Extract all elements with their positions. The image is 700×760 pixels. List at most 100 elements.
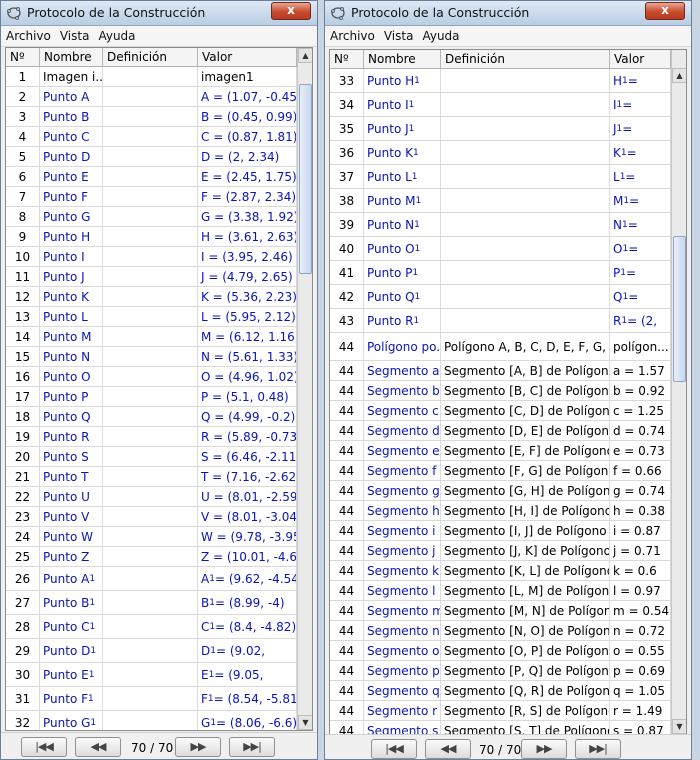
table-row[interactable]: 38 Punto M1 M1 =: [330, 189, 671, 213]
table-row[interactable]: 44 Segmento a Segmento [A, B] de Polígono a…: [330, 361, 671, 381]
previous-step-button[interactable]: ◀◀: [425, 739, 471, 759]
table-row[interactable]: 21 Punto T T = (7.16, -2.62): [6, 467, 297, 487]
table-row[interactable]: 10 Punto I I = (3.95, 2.46): [6, 247, 297, 267]
table-row[interactable]: 19 Punto R R = (5.89, -0.73): [6, 427, 297, 447]
cell-name: Segmento c: [364, 401, 441, 420]
cell-name: Punto M1: [364, 189, 441, 212]
table-row[interactable]: 44 Segmento f Segmento [F, G] de Polígono f…: [330, 461, 671, 481]
scroll-down-arrow-icon[interactable]: ▼: [298, 715, 312, 730]
table-row[interactable]: 30 Punto E1 E1 = (9.05,: [6, 663, 297, 687]
table-row[interactable]: 12 Punto K K = (5.36, 2.23): [6, 287, 297, 307]
table-row[interactable]: 32 Punto G1 G1 = (8.06, -6.6): [6, 711, 297, 730]
table-row[interactable]: 22 Punto U U = (8.01, -2.59): [6, 487, 297, 507]
table-row[interactable]: 44 Polígono po... Polígono A, B, C, D, E, …: [330, 333, 671, 361]
cell-number: 6: [6, 167, 40, 186]
last-step-button[interactable]: ▶▶|: [575, 739, 621, 759]
first-step-button[interactable]: |◀◀: [21, 737, 67, 757]
table-row[interactable]: 44 Segmento j Segmento [J, K] de Polígono j…: [330, 541, 671, 561]
col-header-name[interactable]: Nombre: [40, 48, 103, 66]
table-row[interactable]: 44 Segmento r Segmento [R, S] de Polígono r…: [330, 701, 671, 721]
table-row[interactable]: 25 Punto Z Z = (10.01, -4.6): [6, 547, 297, 567]
menu-ayuda[interactable]: Ayuda: [417, 26, 463, 43]
table-row[interactable]: 37 Punto L1 L1 =: [330, 165, 671, 189]
previous-step-button[interactable]: ◀◀: [75, 737, 121, 757]
table-row[interactable]: 42 Punto Q1 Q1 =: [330, 285, 671, 309]
table-row[interactable]: 34 Punto I1 I1 =: [330, 93, 671, 117]
table-row[interactable]: 33 Punto H1 H1 =: [330, 69, 671, 93]
table-row[interactable]: 28 Punto C1 C1 = (8.4, -4.82): [6, 615, 297, 639]
table-row[interactable]: 44 Segmento o Segmento [O, P] de Polígono o…: [330, 641, 671, 661]
table-row[interactable]: 44 Segmento s Segmento [S, T] de Polígono s…: [330, 721, 671, 734]
table-row[interactable]: 31 Punto F1 F1 = (8.54, -5.81): [6, 687, 297, 711]
table-row[interactable]: 44 Segmento k Segmento [K, L] de Polígono k…: [330, 561, 671, 581]
table-row[interactable]: 44 Segmento d Segmento [D, E] de Polígono d…: [330, 421, 671, 441]
menu-archivo[interactable]: Archivo: [325, 26, 379, 43]
table-row[interactable]: 39 Punto N1 N1 =: [330, 213, 671, 237]
table-row[interactable]: 27 Punto B1 B1 = (8.99, -4): [6, 591, 297, 615]
table-row[interactable]: 36 Punto K1 K1 =: [330, 141, 671, 165]
table-row[interactable]: 15 Punto N N = (5.61, 1.33): [6, 347, 297, 367]
next-step-button[interactable]: ▶▶: [175, 737, 221, 757]
col-header-definition[interactable]: Definición: [441, 50, 610, 68]
table-row[interactable]: 24 Punto W W = (9.78, -3.95): [6, 527, 297, 547]
table-row[interactable]: 44 Segmento i Segmento [I, J] de Polígono i…: [330, 521, 671, 541]
table-row[interactable]: 43 Punto R1 R1 = (2,: [330, 309, 671, 333]
col-header-name[interactable]: Nombre: [364, 50, 441, 68]
vertical-scrollbar[interactable]: ▲ ▼: [671, 50, 686, 734]
col-header-number[interactable]: Nº: [6, 48, 40, 66]
table-row[interactable]: 44 Segmento m Segmento [M, N] de Polígono m…: [330, 601, 671, 621]
table-row[interactable]: 44 Segmento p Segmento [P, Q] de Polígono p…: [330, 661, 671, 681]
table-row[interactable]: 16 Punto O O = (4.96, 1.02): [6, 367, 297, 387]
table-row[interactable]: 5 Punto D D = (2, 2.34): [6, 147, 297, 167]
col-header-number[interactable]: Nº: [330, 50, 364, 68]
cell-name: Punto H1: [364, 69, 441, 92]
table-row[interactable]: 4 Punto C C = (0.87, 1.81): [6, 127, 297, 147]
vertical-scrollbar[interactable]: ▲ ▼: [297, 48, 312, 730]
table-row[interactable]: 20 Punto S S = (6.46, -2.11): [6, 447, 297, 467]
table-row[interactable]: 44 Segmento n Segmento [N, O] de Polígono n…: [330, 621, 671, 641]
table-row[interactable]: 40 Punto O1 O1 =: [330, 237, 671, 261]
table-row[interactable]: 44 Segmento b Segmento [B, C] de Polígono b…: [330, 381, 671, 401]
col-header-value[interactable]: Valor: [610, 50, 671, 68]
table-row[interactable]: 17 Punto P P = (5.1, 0.48): [6, 387, 297, 407]
menu-archivo[interactable]: Archivo: [1, 26, 55, 43]
last-step-button[interactable]: ▶▶|: [229, 737, 275, 757]
table-row[interactable]: 44 Segmento q Segmento [Q, R] de Polígono q…: [330, 681, 671, 701]
table-row[interactable]: 44 Segmento g Segmento [G, H] de Polígono g…: [330, 481, 671, 501]
table-row[interactable]: 41 Punto P1 P1 =: [330, 261, 671, 285]
table-row[interactable]: 13 Punto L L = (5.95, 2.12): [6, 307, 297, 327]
scroll-thumb[interactable]: [299, 84, 312, 274]
col-header-definition[interactable]: Definición: [103, 48, 198, 66]
table-row[interactable]: 18 Punto Q Q = (4.99, -0.2): [6, 407, 297, 427]
next-step-button[interactable]: ▶▶: [521, 739, 567, 759]
table-row[interactable]: 23 Punto V V = (8.01, -3.04): [6, 507, 297, 527]
scroll-down-arrow-icon[interactable]: ▼: [672, 719, 686, 734]
menu-vista[interactable]: Vista: [379, 26, 418, 43]
menu-vista[interactable]: Vista: [55, 26, 94, 43]
table-row[interactable]: 6 Punto E E = (2.45, 1.75): [6, 167, 297, 187]
first-step-button[interactable]: |◀◀: [371, 739, 417, 759]
table-row[interactable]: 44 Segmento e Segmento [E, F] de Polígono e…: [330, 441, 671, 461]
table-row[interactable]: 44 Segmento l Segmento [L, M] de Polígono l…: [330, 581, 671, 601]
menu-ayuda[interactable]: Ayuda: [93, 26, 139, 43]
table-row[interactable]: 29 Punto D1 D1 = (9.02,: [6, 639, 297, 663]
table-row[interactable]: 44 Segmento c Segmento [C, D] de Polígono c…: [330, 401, 671, 421]
table-row[interactable]: 2 Punto A A = (1.07, -0.45): [6, 87, 297, 107]
table-row[interactable]: 26 Punto A1 A1 = (9.62, -4.54): [6, 567, 297, 591]
table-row[interactable]: 14 Punto M M = (6.12, 1.16): [6, 327, 297, 347]
scroll-up-arrow-icon[interactable]: ▲: [298, 48, 312, 63]
table-row[interactable]: 3 Punto B B = (0.45, 0.99): [6, 107, 297, 127]
table-row[interactable]: 8 Punto G G = (3.38, 1.92): [6, 207, 297, 227]
table-row[interactable]: 9 Punto H H = (3.61, 2.63): [6, 227, 297, 247]
table-row[interactable]: 44 Segmento h Segmento [H, I] de Polígono h…: [330, 501, 671, 521]
col-header-value[interactable]: Valor: [198, 48, 297, 66]
table-row[interactable]: 35 Punto J1 J1 =: [330, 117, 671, 141]
close-button[interactable]: x: [645, 2, 685, 20]
scroll-thumb[interactable]: [673, 236, 686, 382]
cell-value: s = 0.87: [610, 721, 671, 734]
close-button[interactable]: x: [271, 2, 311, 20]
table-row[interactable]: 11 Punto J J = (4.79, 2.65): [6, 267, 297, 287]
table-row[interactable]: 7 Punto F F = (2.87, 2.34): [6, 187, 297, 207]
table-row[interactable]: 1 Imagen i... imagen1: [6, 67, 297, 87]
scroll-up-arrow-icon[interactable]: ▲: [672, 68, 686, 83]
